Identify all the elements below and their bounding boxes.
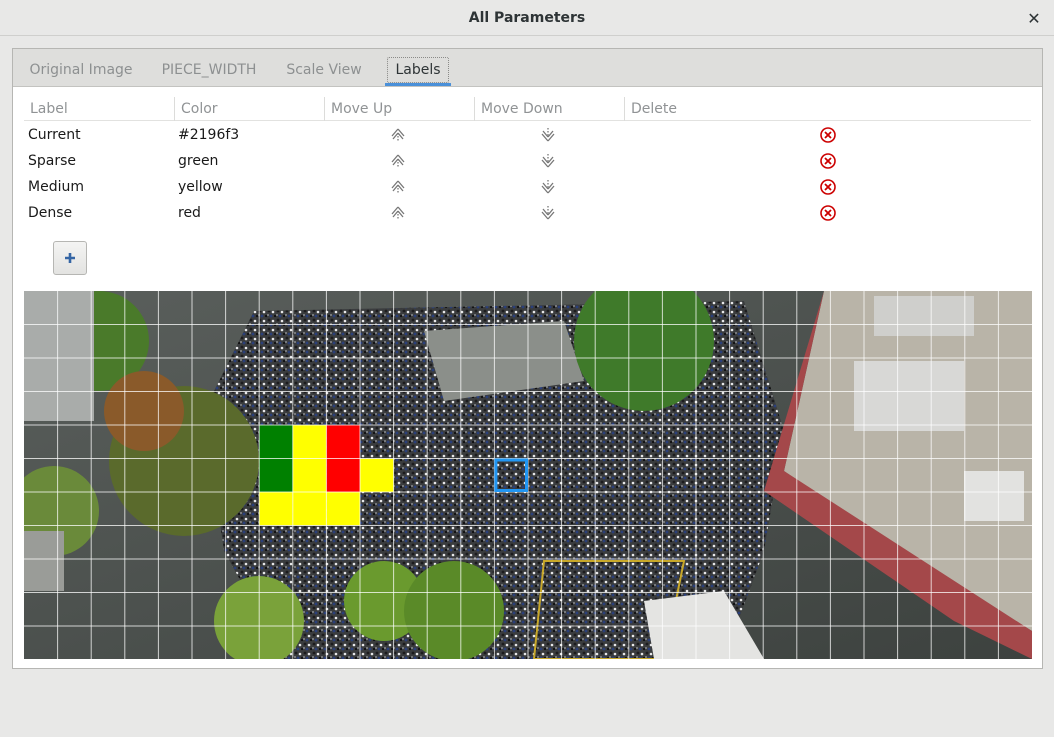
label-cell-yellow[interactable] — [292, 425, 327, 459]
row-label: Medium — [28, 179, 84, 195]
column-header-delete[interactable]: Delete — [624, 97, 774, 121]
add-label-button[interactable] — [53, 241, 87, 275]
label-cell-red[interactable] — [326, 458, 360, 493]
table-row[interactable]: Dense red — [24, 200, 1031, 226]
move-up-icon[interactable] — [390, 153, 406, 169]
tab-labels[interactable]: Labels — [387, 57, 449, 83]
label-cell-yellow[interactable] — [326, 492, 360, 526]
column-header-label[interactable]: Label — [24, 97, 174, 121]
labeled-image-canvas[interactable] — [24, 291, 1032, 659]
rooftop-unit — [854, 361, 964, 431]
column-header-color[interactable]: Color — [174, 97, 324, 121]
tree — [404, 561, 504, 659]
row-color: #2196f3 — [178, 127, 240, 143]
label-cell-red[interactable] — [326, 425, 360, 459]
tab-scale-view[interactable]: Scale View — [281, 57, 367, 83]
plus-icon — [65, 253, 75, 263]
move-down-icon[interactable] — [540, 127, 556, 143]
move-down-icon[interactable] — [540, 153, 556, 169]
label-cell-yellow[interactable] — [292, 458, 327, 493]
building — [24, 291, 94, 421]
move-down-icon[interactable] — [540, 179, 556, 195]
table-row[interactable]: Medium yellow — [24, 174, 1031, 200]
row-color: yellow — [178, 179, 223, 195]
label-cell-yellow[interactable] — [292, 492, 327, 526]
active-tab-indicator — [385, 83, 451, 86]
move-down-icon[interactable] — [540, 205, 556, 221]
label-cell-green[interactable] — [259, 425, 293, 459]
label-cell-yellow[interactable] — [259, 492, 293, 526]
delete-icon[interactable] — [820, 205, 836, 221]
move-up-icon[interactable] — [390, 127, 406, 143]
row-label: Current — [28, 127, 81, 143]
row-label: Sparse — [28, 153, 77, 169]
window-titlebar: All Parameters ✕ — [0, 0, 1054, 36]
tab-bar: Original Image PIECE_WIDTH Scale View La… — [13, 49, 1042, 87]
close-icon[interactable]: ✕ — [1024, 8, 1044, 28]
label-cell-yellow[interactable] — [360, 458, 394, 493]
rooftop-unit — [874, 296, 974, 336]
table-row[interactable]: Current #2196f3 — [24, 122, 1031, 148]
row-color: green — [178, 153, 219, 169]
delete-icon[interactable] — [820, 179, 836, 195]
table-row[interactable]: Sparse green — [24, 148, 1031, 174]
rooftop-unit — [964, 471, 1024, 521]
row-label: Dense — [28, 205, 73, 221]
column-header-move-down[interactable]: Move Down — [474, 97, 624, 121]
labels-table-header: Label Color Move Up Move Down Delete — [24, 97, 1031, 121]
column-header-move-up[interactable]: Move Up — [324, 97, 474, 121]
move-up-icon[interactable] — [390, 205, 406, 221]
tab-piece-width[interactable]: PIECE_WIDTH — [149, 57, 269, 83]
aerial-crowd-image[interactable] — [24, 291, 1032, 659]
tree — [104, 371, 184, 451]
notebook-panel: Original Image PIECE_WIDTH Scale View La… — [12, 48, 1043, 669]
move-up-icon[interactable] — [390, 179, 406, 195]
window-title: All Parameters — [468, 9, 586, 26]
delete-icon[interactable] — [820, 127, 836, 143]
label-cell-green[interactable] — [259, 458, 293, 493]
tab-original-image[interactable]: Original Image — [23, 57, 139, 83]
row-color: red — [178, 205, 201, 221]
delete-icon[interactable] — [820, 153, 836, 169]
